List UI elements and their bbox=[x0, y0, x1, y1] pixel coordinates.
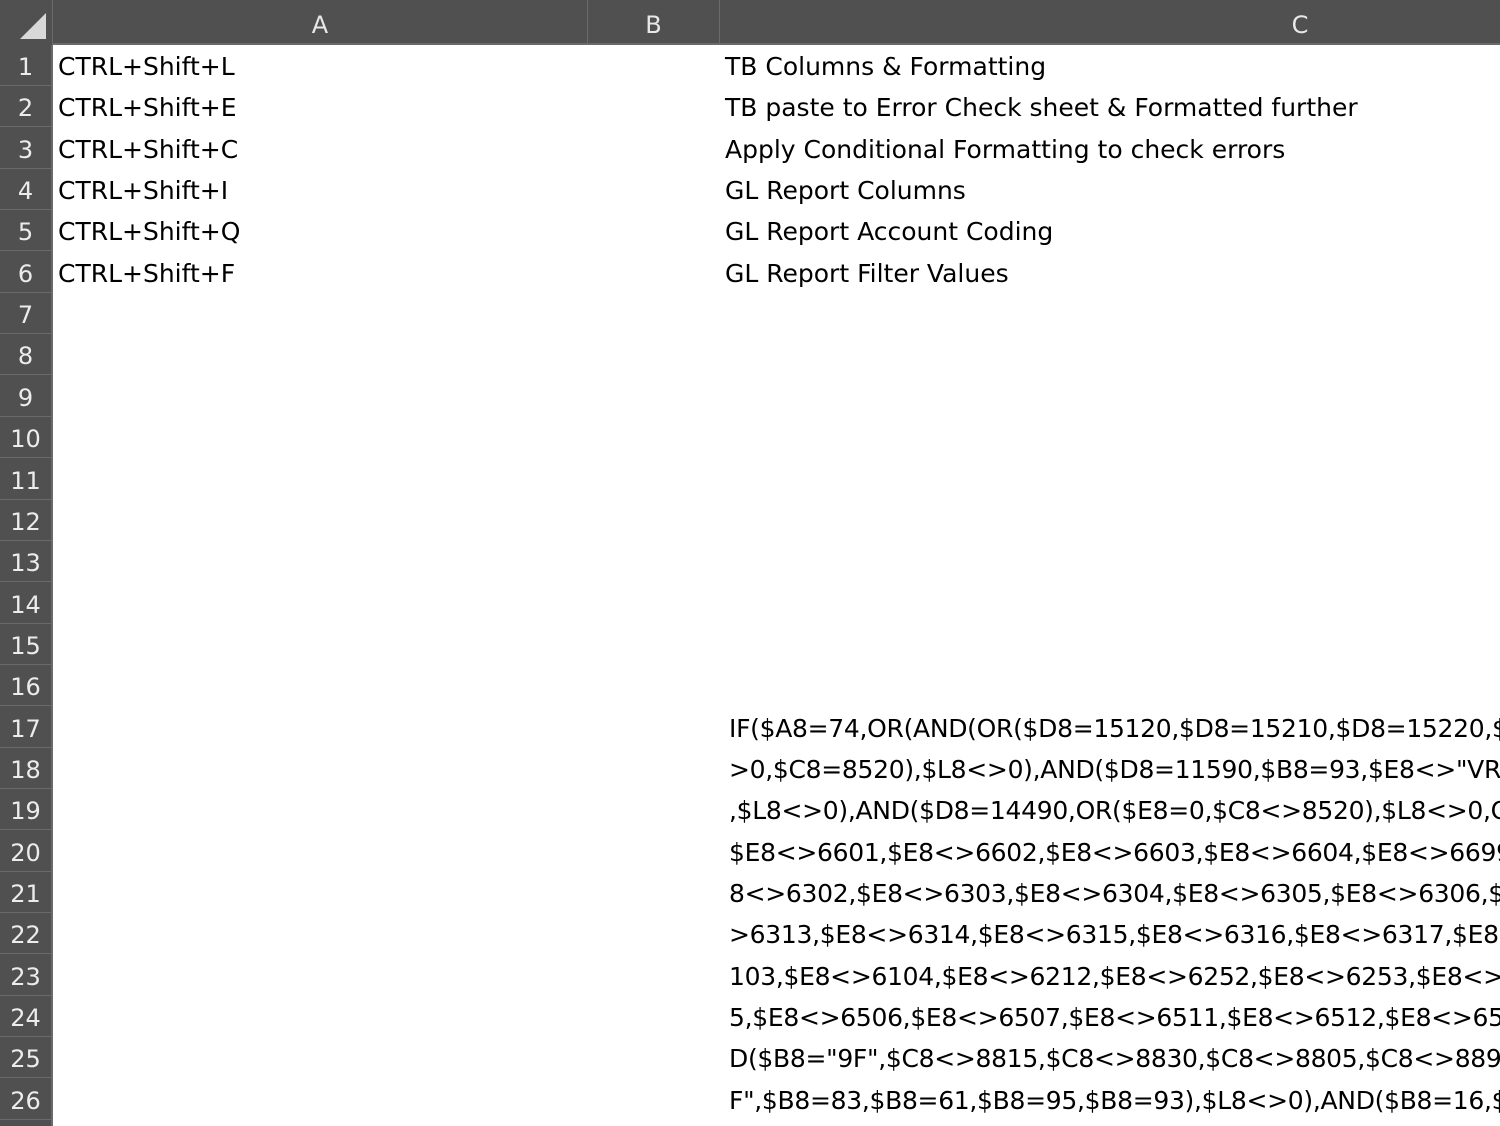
cell-grid[interactable]: CTRL+Shift+L TB Columns & Formatting CTRL+… bbox=[53, 45, 1500, 1126]
row-header-21[interactable]: 21 bbox=[0, 872, 51, 913]
row-header-10[interactable]: 10 bbox=[0, 417, 51, 459]
row-header-15[interactable]: 15 bbox=[0, 624, 51, 665]
formula-text-line[interactable]: >6313,$E8<>6314,$E8<>6315,$E8<>6316,$E8<… bbox=[729, 913, 1500, 954]
row-header-23[interactable]: 23 bbox=[0, 955, 51, 996]
cell-a3[interactable]: CTRL+Shift+C bbox=[58, 128, 238, 169]
spreadsheet: A B C 1 2 3 4 5 6 7 8 9 10 11 12 13 14 15 16 17 18 19 20 21 2… bbox=[0, 0, 1500, 1126]
row-header-column: 1 2 3 4 5 6 7 8 9 10 11 12 13 14 15 16 17 18 19 20 21 22 23 24 2… bbox=[0, 45, 53, 1126]
row-header-18[interactable]: 18 bbox=[0, 748, 51, 789]
cell-c2[interactable]: TB paste to Error Check sheet & Formatte… bbox=[725, 86, 1358, 127]
row-header-1[interactable]: 1 bbox=[0, 45, 51, 86]
formula-text-line[interactable]: ,$L8<>0),AND($D8=14490,OR($E8=0,$C8<>852… bbox=[729, 789, 1500, 830]
row-header-6[interactable]: 6 bbox=[0, 252, 51, 293]
formula-text-line[interactable]: $E8<>6601,$E8<>6602,$E8<>6603,$E8<>6604,… bbox=[729, 831, 1500, 872]
cell-c5[interactable]: GL Report Account Coding bbox=[725, 210, 1053, 251]
row-header-2[interactable]: 2 bbox=[0, 86, 51, 128]
row-header-8[interactable]: 8 bbox=[0, 334, 51, 376]
row-header-24[interactable]: 24 bbox=[0, 996, 51, 1038]
row-header-25[interactable]: 25 bbox=[0, 1037, 51, 1079]
cell-a5[interactable]: CTRL+Shift+Q bbox=[58, 210, 240, 251]
column-header-a[interactable]: A bbox=[53, 0, 588, 43]
row-header-20[interactable]: 20 bbox=[0, 831, 51, 872]
formula-text-line[interactable]: 103,$E8<>6104,$E8<>6212,$E8<>6252,$E8<>6… bbox=[729, 955, 1500, 996]
row-header-12[interactable]: 12 bbox=[0, 500, 51, 541]
formula-text-line[interactable]: 5,$E8<>6506,$E8<>6507,$E8<>6511,$E8<>651… bbox=[729, 996, 1500, 1037]
row-header-11[interactable]: 11 bbox=[0, 459, 51, 500]
column-header-c[interactable]: C bbox=[720, 0, 1500, 43]
row-header-17[interactable]: 17 bbox=[0, 707, 51, 748]
cell-c3[interactable]: Apply Conditional Formatting to check er… bbox=[725, 128, 1285, 169]
row-header-16[interactable]: 16 bbox=[0, 665, 51, 707]
column-header-row: A B C bbox=[0, 0, 1500, 45]
formula-text-line[interactable]: D($B8="9F",$C8<>8815,$C8<>8830,$C8<>8805… bbox=[729, 1037, 1500, 1078]
row-header-13[interactable]: 13 bbox=[0, 541, 51, 583]
cell-c4[interactable]: GL Report Columns bbox=[725, 169, 966, 210]
row-header-3[interactable]: 3 bbox=[0, 128, 51, 169]
cell-c6[interactable]: GL Report Filter Values bbox=[725, 252, 1009, 293]
row-header-5[interactable]: 5 bbox=[0, 210, 51, 252]
formula-text-line[interactable]: IF($A8=74,OR(AND(OR($D8=15120,$D8=15210,… bbox=[729, 707, 1500, 748]
cell-c1[interactable]: TB Columns & Formatting bbox=[725, 45, 1046, 86]
row-header-4[interactable]: 4 bbox=[0, 169, 51, 211]
row-header-22[interactable]: 22 bbox=[0, 913, 51, 955]
formula-text-line[interactable]: 8<>6302,$E8<>6303,$E8<>6304,$E8<>6305,$E… bbox=[729, 872, 1500, 913]
row-header-26[interactable]: 26 bbox=[0, 1079, 51, 1120]
column-header-b[interactable]: B bbox=[588, 0, 720, 43]
cell-a1[interactable]: CTRL+Shift+L bbox=[58, 45, 235, 86]
select-all-button[interactable] bbox=[0, 0, 53, 45]
formula-text-line[interactable]: >0,$C8=8520),$L8<>0),AND($D8=11590,$B8=9… bbox=[729, 748, 1500, 789]
cell-a2[interactable]: CTRL+Shift+E bbox=[58, 86, 237, 127]
row-header-14[interactable]: 14 bbox=[0, 583, 51, 624]
cell-a6[interactable]: CTRL+Shift+F bbox=[58, 252, 235, 293]
cell-a4[interactable]: CTRL+Shift+I bbox=[58, 169, 228, 210]
select-all-triangle-icon bbox=[20, 13, 46, 39]
row-header-9[interactable]: 9 bbox=[0, 376, 51, 417]
row-header-7[interactable]: 7 bbox=[0, 293, 51, 335]
formula-text-line[interactable]: F",$B8=83,$B8=61,$B8=95,$B8=93),$L8<>0),… bbox=[729, 1079, 1500, 1120]
row-header-19[interactable]: 19 bbox=[0, 789, 51, 831]
